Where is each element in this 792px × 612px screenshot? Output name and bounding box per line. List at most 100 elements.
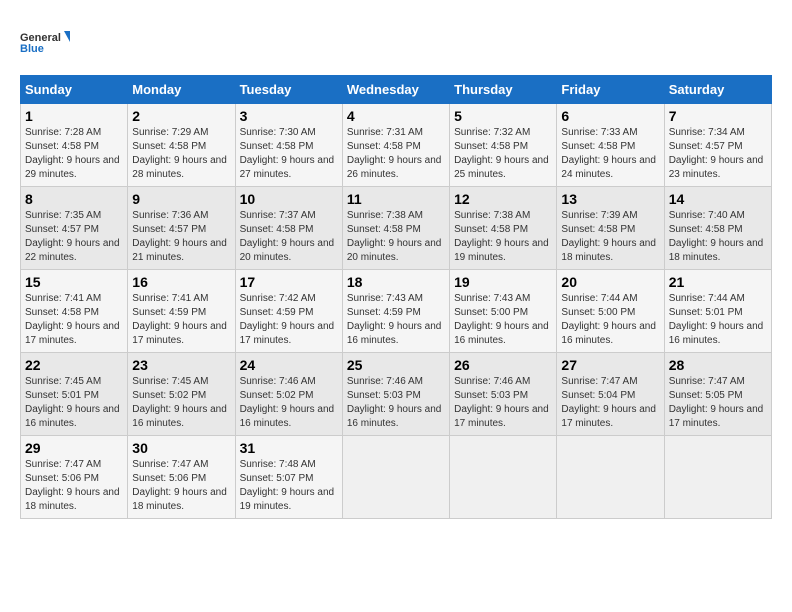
day-number: 13 [561,191,659,207]
calendar-cell: 27 Sunrise: 7:47 AMSunset: 5:04 PMDaylig… [557,353,664,436]
header-thursday: Thursday [450,76,557,104]
day-info: Sunrise: 7:45 AMSunset: 5:02 PMDaylight:… [132,376,227,429]
day-number: 7 [669,108,767,124]
day-number: 10 [240,191,338,207]
day-number: 9 [132,191,230,207]
day-number: 1 [25,108,123,124]
day-info: Sunrise: 7:41 AMSunset: 4:59 PMDaylight:… [132,293,227,346]
day-info: Sunrise: 7:45 AMSunset: 5:01 PMDaylight:… [25,376,120,429]
calendar-cell: 14 Sunrise: 7:40 AMSunset: 4:58 PMDaylig… [664,187,771,270]
calendar-cell: 17 Sunrise: 7:42 AMSunset: 4:59 PMDaylig… [235,270,342,353]
day-number: 26 [454,357,552,373]
calendar-cell: 10 Sunrise: 7:37 AMSunset: 4:58 PMDaylig… [235,187,342,270]
day-number: 3 [240,108,338,124]
day-number: 2 [132,108,230,124]
day-info: Sunrise: 7:46 AMSunset: 5:02 PMDaylight:… [240,376,335,429]
calendar-cell: 15 Sunrise: 7:41 AMSunset: 4:58 PMDaylig… [21,270,128,353]
day-info: Sunrise: 7:40 AMSunset: 4:58 PMDaylight:… [669,210,764,263]
day-number: 16 [132,274,230,290]
calendar-cell: 11 Sunrise: 7:38 AMSunset: 4:58 PMDaylig… [342,187,449,270]
day-info: Sunrise: 7:48 AMSunset: 5:07 PMDaylight:… [240,459,335,512]
week-row-3: 15 Sunrise: 7:41 AMSunset: 4:58 PMDaylig… [21,270,772,353]
day-info: Sunrise: 7:47 AMSunset: 5:06 PMDaylight:… [25,459,120,512]
day-info: Sunrise: 7:36 AMSunset: 4:57 PMDaylight:… [132,210,227,263]
calendar-cell: 20 Sunrise: 7:44 AMSunset: 5:00 PMDaylig… [557,270,664,353]
calendar-cell: 12 Sunrise: 7:38 AMSunset: 4:58 PMDaylig… [450,187,557,270]
day-info: Sunrise: 7:42 AMSunset: 4:59 PMDaylight:… [240,293,335,346]
day-info: Sunrise: 7:37 AMSunset: 4:58 PMDaylight:… [240,210,335,263]
calendar-cell: 31 Sunrise: 7:48 AMSunset: 5:07 PMDaylig… [235,436,342,519]
calendar-cell: 22 Sunrise: 7:45 AMSunset: 5:01 PMDaylig… [21,353,128,436]
day-info: Sunrise: 7:33 AMSunset: 4:58 PMDaylight:… [561,127,656,180]
day-info: Sunrise: 7:29 AMSunset: 4:58 PMDaylight:… [132,127,227,180]
calendar-cell: 3 Sunrise: 7:30 AMSunset: 4:58 PMDayligh… [235,104,342,187]
calendar-cell: 21 Sunrise: 7:44 AMSunset: 5:01 PMDaylig… [664,270,771,353]
week-row-5: 29 Sunrise: 7:47 AMSunset: 5:06 PMDaylig… [21,436,772,519]
day-number: 23 [132,357,230,373]
calendar-cell: 18 Sunrise: 7:43 AMSunset: 4:59 PMDaylig… [342,270,449,353]
calendar-cell: 6 Sunrise: 7:33 AMSunset: 4:58 PMDayligh… [557,104,664,187]
day-number: 27 [561,357,659,373]
day-info: Sunrise: 7:46 AMSunset: 5:03 PMDaylight:… [347,376,442,429]
day-info: Sunrise: 7:35 AMSunset: 4:57 PMDaylight:… [25,210,120,263]
calendar-cell: 7 Sunrise: 7:34 AMSunset: 4:57 PMDayligh… [664,104,771,187]
logo-svg: General Blue [20,20,70,65]
day-info: Sunrise: 7:44 AMSunset: 5:00 PMDaylight:… [561,293,656,346]
day-number: 8 [25,191,123,207]
day-number: 24 [240,357,338,373]
calendar-cell: 5 Sunrise: 7:32 AMSunset: 4:58 PMDayligh… [450,104,557,187]
day-number: 4 [347,108,445,124]
day-info: Sunrise: 7:30 AMSunset: 4:58 PMDaylight:… [240,127,335,180]
day-info: Sunrise: 7:47 AMSunset: 5:06 PMDaylight:… [132,459,227,512]
day-info: Sunrise: 7:41 AMSunset: 4:58 PMDaylight:… [25,293,120,346]
weekday-header-row: SundayMondayTuesdayWednesdayThursdayFrid… [21,76,772,104]
calendar-cell [664,436,771,519]
day-number: 31 [240,440,338,456]
day-info: Sunrise: 7:32 AMSunset: 4:58 PMDaylight:… [454,127,549,180]
day-number: 5 [454,108,552,124]
calendar-cell: 24 Sunrise: 7:46 AMSunset: 5:02 PMDaylig… [235,353,342,436]
week-row-2: 8 Sunrise: 7:35 AMSunset: 4:57 PMDayligh… [21,187,772,270]
day-number: 18 [347,274,445,290]
day-info: Sunrise: 7:46 AMSunset: 5:03 PMDaylight:… [454,376,549,429]
day-number: 22 [25,357,123,373]
day-number: 19 [454,274,552,290]
page-header: General Blue [20,20,772,65]
calendar-cell [342,436,449,519]
day-info: Sunrise: 7:47 AMSunset: 5:05 PMDaylight:… [669,376,764,429]
day-info: Sunrise: 7:38 AMSunset: 4:58 PMDaylight:… [454,210,549,263]
header-saturday: Saturday [664,76,771,104]
day-info: Sunrise: 7:38 AMSunset: 4:58 PMDaylight:… [347,210,442,263]
day-info: Sunrise: 7:43 AMSunset: 4:59 PMDaylight:… [347,293,442,346]
day-info: Sunrise: 7:43 AMSunset: 5:00 PMDaylight:… [454,293,549,346]
calendar-cell: 13 Sunrise: 7:39 AMSunset: 4:58 PMDaylig… [557,187,664,270]
header-wednesday: Wednesday [342,76,449,104]
day-info: Sunrise: 7:44 AMSunset: 5:01 PMDaylight:… [669,293,764,346]
day-number: 12 [454,191,552,207]
calendar-cell: 26 Sunrise: 7:46 AMSunset: 5:03 PMDaylig… [450,353,557,436]
calendar-cell: 29 Sunrise: 7:47 AMSunset: 5:06 PMDaylig… [21,436,128,519]
calendar-cell: 8 Sunrise: 7:35 AMSunset: 4:57 PMDayligh… [21,187,128,270]
day-number: 21 [669,274,767,290]
calendar-table: SundayMondayTuesdayWednesdayThursdayFrid… [20,75,772,519]
day-number: 25 [347,357,445,373]
calendar-cell: 19 Sunrise: 7:43 AMSunset: 5:00 PMDaylig… [450,270,557,353]
day-info: Sunrise: 7:34 AMSunset: 4:57 PMDaylight:… [669,127,764,180]
day-info: Sunrise: 7:28 AMSunset: 4:58 PMDaylight:… [25,127,120,180]
header-monday: Monday [128,76,235,104]
day-info: Sunrise: 7:31 AMSunset: 4:58 PMDaylight:… [347,127,442,180]
calendar-cell: 9 Sunrise: 7:36 AMSunset: 4:57 PMDayligh… [128,187,235,270]
week-row-4: 22 Sunrise: 7:45 AMSunset: 5:01 PMDaylig… [21,353,772,436]
svg-text:General: General [20,32,61,44]
calendar-cell [450,436,557,519]
day-number: 29 [25,440,123,456]
day-number: 28 [669,357,767,373]
day-info: Sunrise: 7:47 AMSunset: 5:04 PMDaylight:… [561,376,656,429]
day-number: 20 [561,274,659,290]
day-number: 11 [347,191,445,207]
calendar-cell: 25 Sunrise: 7:46 AMSunset: 5:03 PMDaylig… [342,353,449,436]
calendar-cell: 28 Sunrise: 7:47 AMSunset: 5:05 PMDaylig… [664,353,771,436]
calendar-cell: 23 Sunrise: 7:45 AMSunset: 5:02 PMDaylig… [128,353,235,436]
header-sunday: Sunday [21,76,128,104]
day-info: Sunrise: 7:39 AMSunset: 4:58 PMDaylight:… [561,210,656,263]
